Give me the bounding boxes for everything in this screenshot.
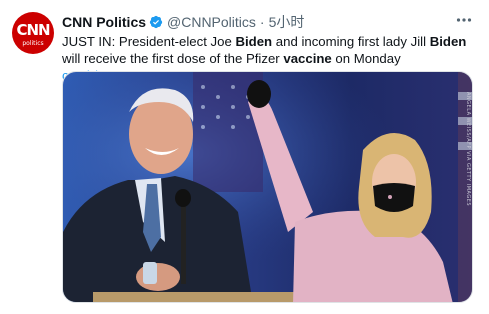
header-separator: · [259,14,265,30]
avatar-logo-subtext: politics [22,40,44,47]
tweet-text-segment: and incoming first lady Jill [272,34,430,49]
more-horizontal-icon[interactable] [453,10,475,30]
tweet-text-segment: JUST IN: President-elect Joe [62,34,236,49]
tweet-media-photo[interactable]: ANGELA WEISS/AFP VIA GETTY IMAGES [62,71,473,303]
user-handle[interactable]: @CNNPolitics [167,14,256,30]
photo-illustration [63,72,472,302]
tweet-text-highlight: Biden [429,34,467,49]
photo-credit-watermark: ANGELA WEISS/AFP VIA GETTY IMAGES [465,92,471,207]
avatar-logo-text: CNN [16,21,50,39]
verified-badge-icon [149,15,163,29]
tweet-header: CNN Politics @CNNPolitics · 5小时 [62,13,304,31]
avatar[interactable]: CNN politics [12,12,54,54]
display-name[interactable]: CNN Politics [62,14,146,30]
tweet-text-highlight: vaccine [283,51,332,66]
tweet-card[interactable]: CNN politics CNN Politics @CNNPolitics ·… [0,0,489,314]
tweet-text-segment: on Monday [331,51,401,66]
tweet-text-segment: will receive the first dose of the Pfize… [62,51,284,66]
tweet-text-highlight: Biden [235,34,273,49]
tweet-timestamp[interactable]: 5小时 [269,12,305,32]
